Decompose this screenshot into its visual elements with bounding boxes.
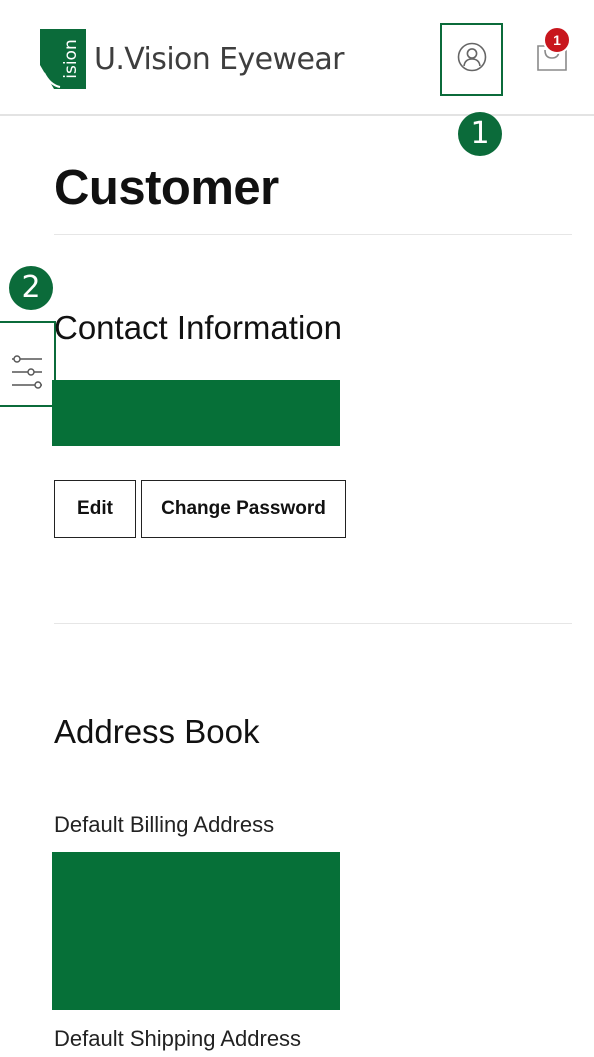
title-divider — [54, 234, 572, 235]
page-title: Customer — [54, 161, 279, 215]
user-account-icon — [457, 42, 487, 77]
default-shipping-address-label: Default Shipping Address — [54, 1026, 302, 1051]
sliders-icon — [0, 355, 54, 411]
annotation-marker-2: 2 — [9, 266, 53, 310]
account-nav-toggle[interactable] — [0, 321, 56, 407]
account-button[interactable] — [440, 23, 503, 96]
logo-mark-text: ision — [61, 39, 81, 78]
contact-information-heading: Contact Information — [54, 309, 342, 346]
site-header: ision U.Vision Eyewear 1 — [0, 0, 594, 116]
change-password-button[interactable]: Change Password — [141, 480, 346, 538]
site-logo[interactable]: ision U.Vision Eyewear — [40, 29, 344, 89]
address-book-heading: Address Book — [54, 713, 260, 750]
cart-count-badge: 1 — [543, 26, 571, 54]
logo-text: U.Vision Eyewear — [94, 41, 344, 77]
redacted-contact-details — [52, 380, 340, 446]
section-divider — [54, 623, 572, 624]
logo-mark-icon: ision — [40, 29, 86, 89]
edit-button[interactable]: Edit — [54, 480, 136, 538]
default-billing-address-label: Default Billing Address — [54, 812, 275, 837]
shopping-bag-icon — [534, 45, 570, 80]
annotation-marker-1: 1 — [458, 112, 502, 156]
redacted-billing-address — [52, 852, 340, 1010]
